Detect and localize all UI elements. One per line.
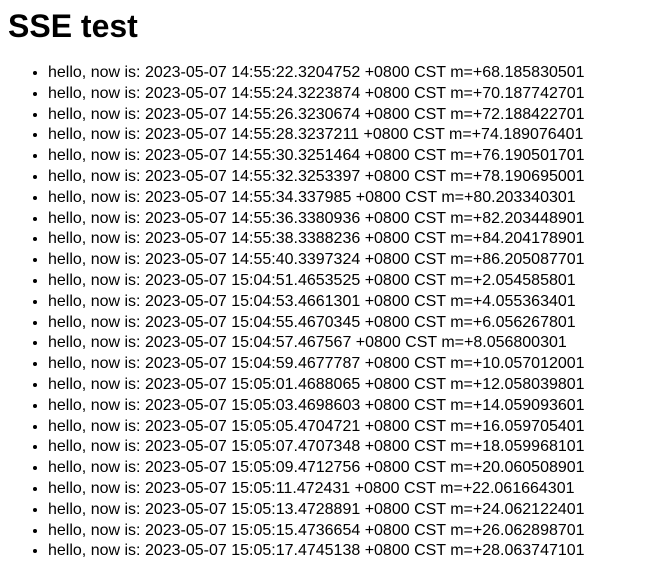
list-item: hello, now is: 2023-05-07 15:05:05.47047…: [48, 417, 663, 438]
list-item: hello, now is: 2023-05-07 15:05:11.47243…: [48, 479, 663, 500]
list-item: hello, now is: 2023-05-07 15:04:55.46703…: [48, 313, 663, 334]
list-item: hello, now is: 2023-05-07 14:55:34.33798…: [48, 188, 663, 209]
list-item: hello, now is: 2023-05-07 14:55:24.32238…: [48, 84, 663, 105]
list-item: hello, now is: 2023-05-07 15:04:57.46756…: [48, 333, 663, 354]
list-item: hello, now is: 2023-05-07 14:55:22.32047…: [48, 63, 663, 84]
list-item: hello, now is: 2023-05-07 14:55:28.32372…: [48, 125, 663, 146]
list-item: hello, now is: 2023-05-07 15:05:13.47288…: [48, 500, 663, 521]
list-item: hello, now is: 2023-05-07 15:04:53.46613…: [48, 292, 663, 313]
log-list: hello, now is: 2023-05-07 14:55:22.32047…: [8, 63, 663, 562]
list-item: hello, now is: 2023-05-07 15:05:17.47451…: [48, 541, 663, 562]
list-item: hello, now is: 2023-05-07 15:05:15.47366…: [48, 521, 663, 542]
list-item: hello, now is: 2023-05-07 14:55:36.33809…: [48, 209, 663, 230]
list-item: hello, now is: 2023-05-07 15:05:03.46986…: [48, 396, 663, 417]
list-item: hello, now is: 2023-05-07 15:05:09.47127…: [48, 458, 663, 479]
list-item: hello, now is: 2023-05-07 14:55:40.33973…: [48, 250, 663, 271]
list-item: hello, now is: 2023-05-07 15:04:51.46535…: [48, 271, 663, 292]
list-item: hello, now is: 2023-05-07 15:05:07.47073…: [48, 437, 663, 458]
list-item: hello, now is: 2023-05-07 14:55:32.32533…: [48, 167, 663, 188]
list-item: hello, now is: 2023-05-07 14:55:26.32306…: [48, 105, 663, 126]
page-title: SSE test: [8, 8, 663, 45]
list-item: hello, now is: 2023-05-07 14:55:30.32514…: [48, 146, 663, 167]
list-item: hello, now is: 2023-05-07 15:05:01.46880…: [48, 375, 663, 396]
list-item: hello, now is: 2023-05-07 15:04:59.46777…: [48, 354, 663, 375]
list-item: hello, now is: 2023-05-07 14:55:38.33882…: [48, 229, 663, 250]
